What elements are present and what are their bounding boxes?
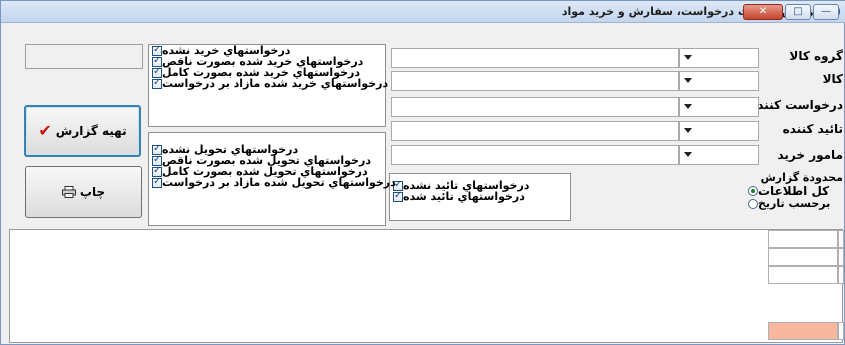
check-approved-label: درخواستهاي تائيد شده: [403, 190, 525, 203]
item-dropdown[interactable]: [679, 71, 759, 91]
grid-cell[interactable]: [838, 248, 844, 266]
check-delivered-excess-box[interactable]: [152, 176, 162, 188]
label-approver: تائيد کننده: [782, 122, 843, 136]
grid-cell[interactable]: [768, 230, 838, 248]
report-scope-group: محدودة گزارش کل اطلاعات برحسب تاريخ: [745, 171, 843, 221]
item-group-field[interactable]: [391, 48, 679, 68]
radio-all-data[interactable]: کل اطلاعات: [745, 183, 843, 198]
print-label: چاپ: [79, 185, 106, 199]
label-item-group: گروه کالا: [789, 49, 843, 63]
approver-field[interactable]: [391, 121, 679, 141]
close-button[interactable]: ✕: [743, 4, 783, 20]
prepare-report-button[interactable]: تهيه گزارش ✔: [24, 105, 141, 157]
approval-checks-box: درخواستهاي تائيد نشده درخواستهاي تائيد ش…: [389, 173, 571, 221]
grid-cell[interactable]: [768, 266, 838, 284]
label-requester: درخواست کننده: [750, 98, 843, 112]
radio-all-data-label: کل اطلاعات: [758, 183, 830, 198]
purchase-agent-dropdown[interactable]: [679, 145, 759, 165]
grid-cell[interactable]: [838, 230, 844, 248]
summary-cell: [768, 322, 838, 340]
title-bar: گزارش وضعيت درخواست، سفارش و خريد مواد ✕…: [1, 1, 845, 23]
radio-all-data-icon: [748, 185, 758, 196]
report-scope-title: محدودة گزارش: [760, 171, 843, 184]
printer-icon: [61, 186, 76, 198]
radio-by-date[interactable]: برحسب تاريخ: [745, 197, 843, 210]
status-field: [25, 44, 143, 69]
purchase-checks-box: درخواستهاي خريد نشده درخواستهاي خريد شده…: [148, 44, 388, 127]
maximize-button[interactable]: □: [785, 4, 811, 20]
grid-cell[interactable]: [838, 266, 844, 284]
check-purchased-excess-label: درخواستهاي خريد شده مازاد بر درخواست: [162, 77, 389, 90]
item-group-dropdown[interactable]: [679, 48, 759, 68]
requester-dropdown[interactable]: [679, 97, 759, 117]
check-approved-box[interactable]: [393, 190, 403, 202]
requester-field[interactable]: [391, 97, 679, 117]
check-delivered-excess-label: درخواستهاي تحويل شده مازاد بر درخواست: [162, 176, 396, 189]
grid-cell[interactable]: [768, 248, 838, 266]
check-purchased-excess-box[interactable]: [152, 77, 162, 89]
label-purchase-agent: مامور خريد: [777, 148, 843, 162]
report-window: گزارش وضعيت درخواست، سفارش و خريد مواد ✕…: [0, 0, 845, 345]
print-button[interactable]: چاپ: [25, 166, 142, 218]
checkmark-icon: ✔: [38, 121, 52, 140]
check-delivered-excess[interactable]: درخواستهاي تحويل شده مازاد بر درخواست: [149, 176, 396, 189]
check-purchased-excess[interactable]: درخواستهاي خريد شده مازاد بر درخواست: [149, 77, 388, 90]
radio-by-date-label: برحسب تاريخ: [758, 197, 831, 210]
approver-dropdown[interactable]: [679, 121, 759, 141]
check-approved[interactable]: درخواستهاي تائيد شده: [390, 190, 566, 203]
purchase-agent-field[interactable]: [391, 145, 679, 165]
label-item: کالا: [822, 72, 843, 86]
radio-by-date-icon: [748, 198, 758, 209]
minimize-button[interactable]: —: [813, 4, 839, 20]
grid-cell[interactable]: [838, 322, 844, 340]
results-grid[interactable]: [9, 229, 844, 343]
prepare-report-label: تهيه گزارش: [55, 124, 127, 138]
delivery-checks-box: درخواستهاي تحويل نشده درخواستهاي تحويل ش…: [148, 132, 396, 226]
item-field[interactable]: [391, 71, 679, 91]
